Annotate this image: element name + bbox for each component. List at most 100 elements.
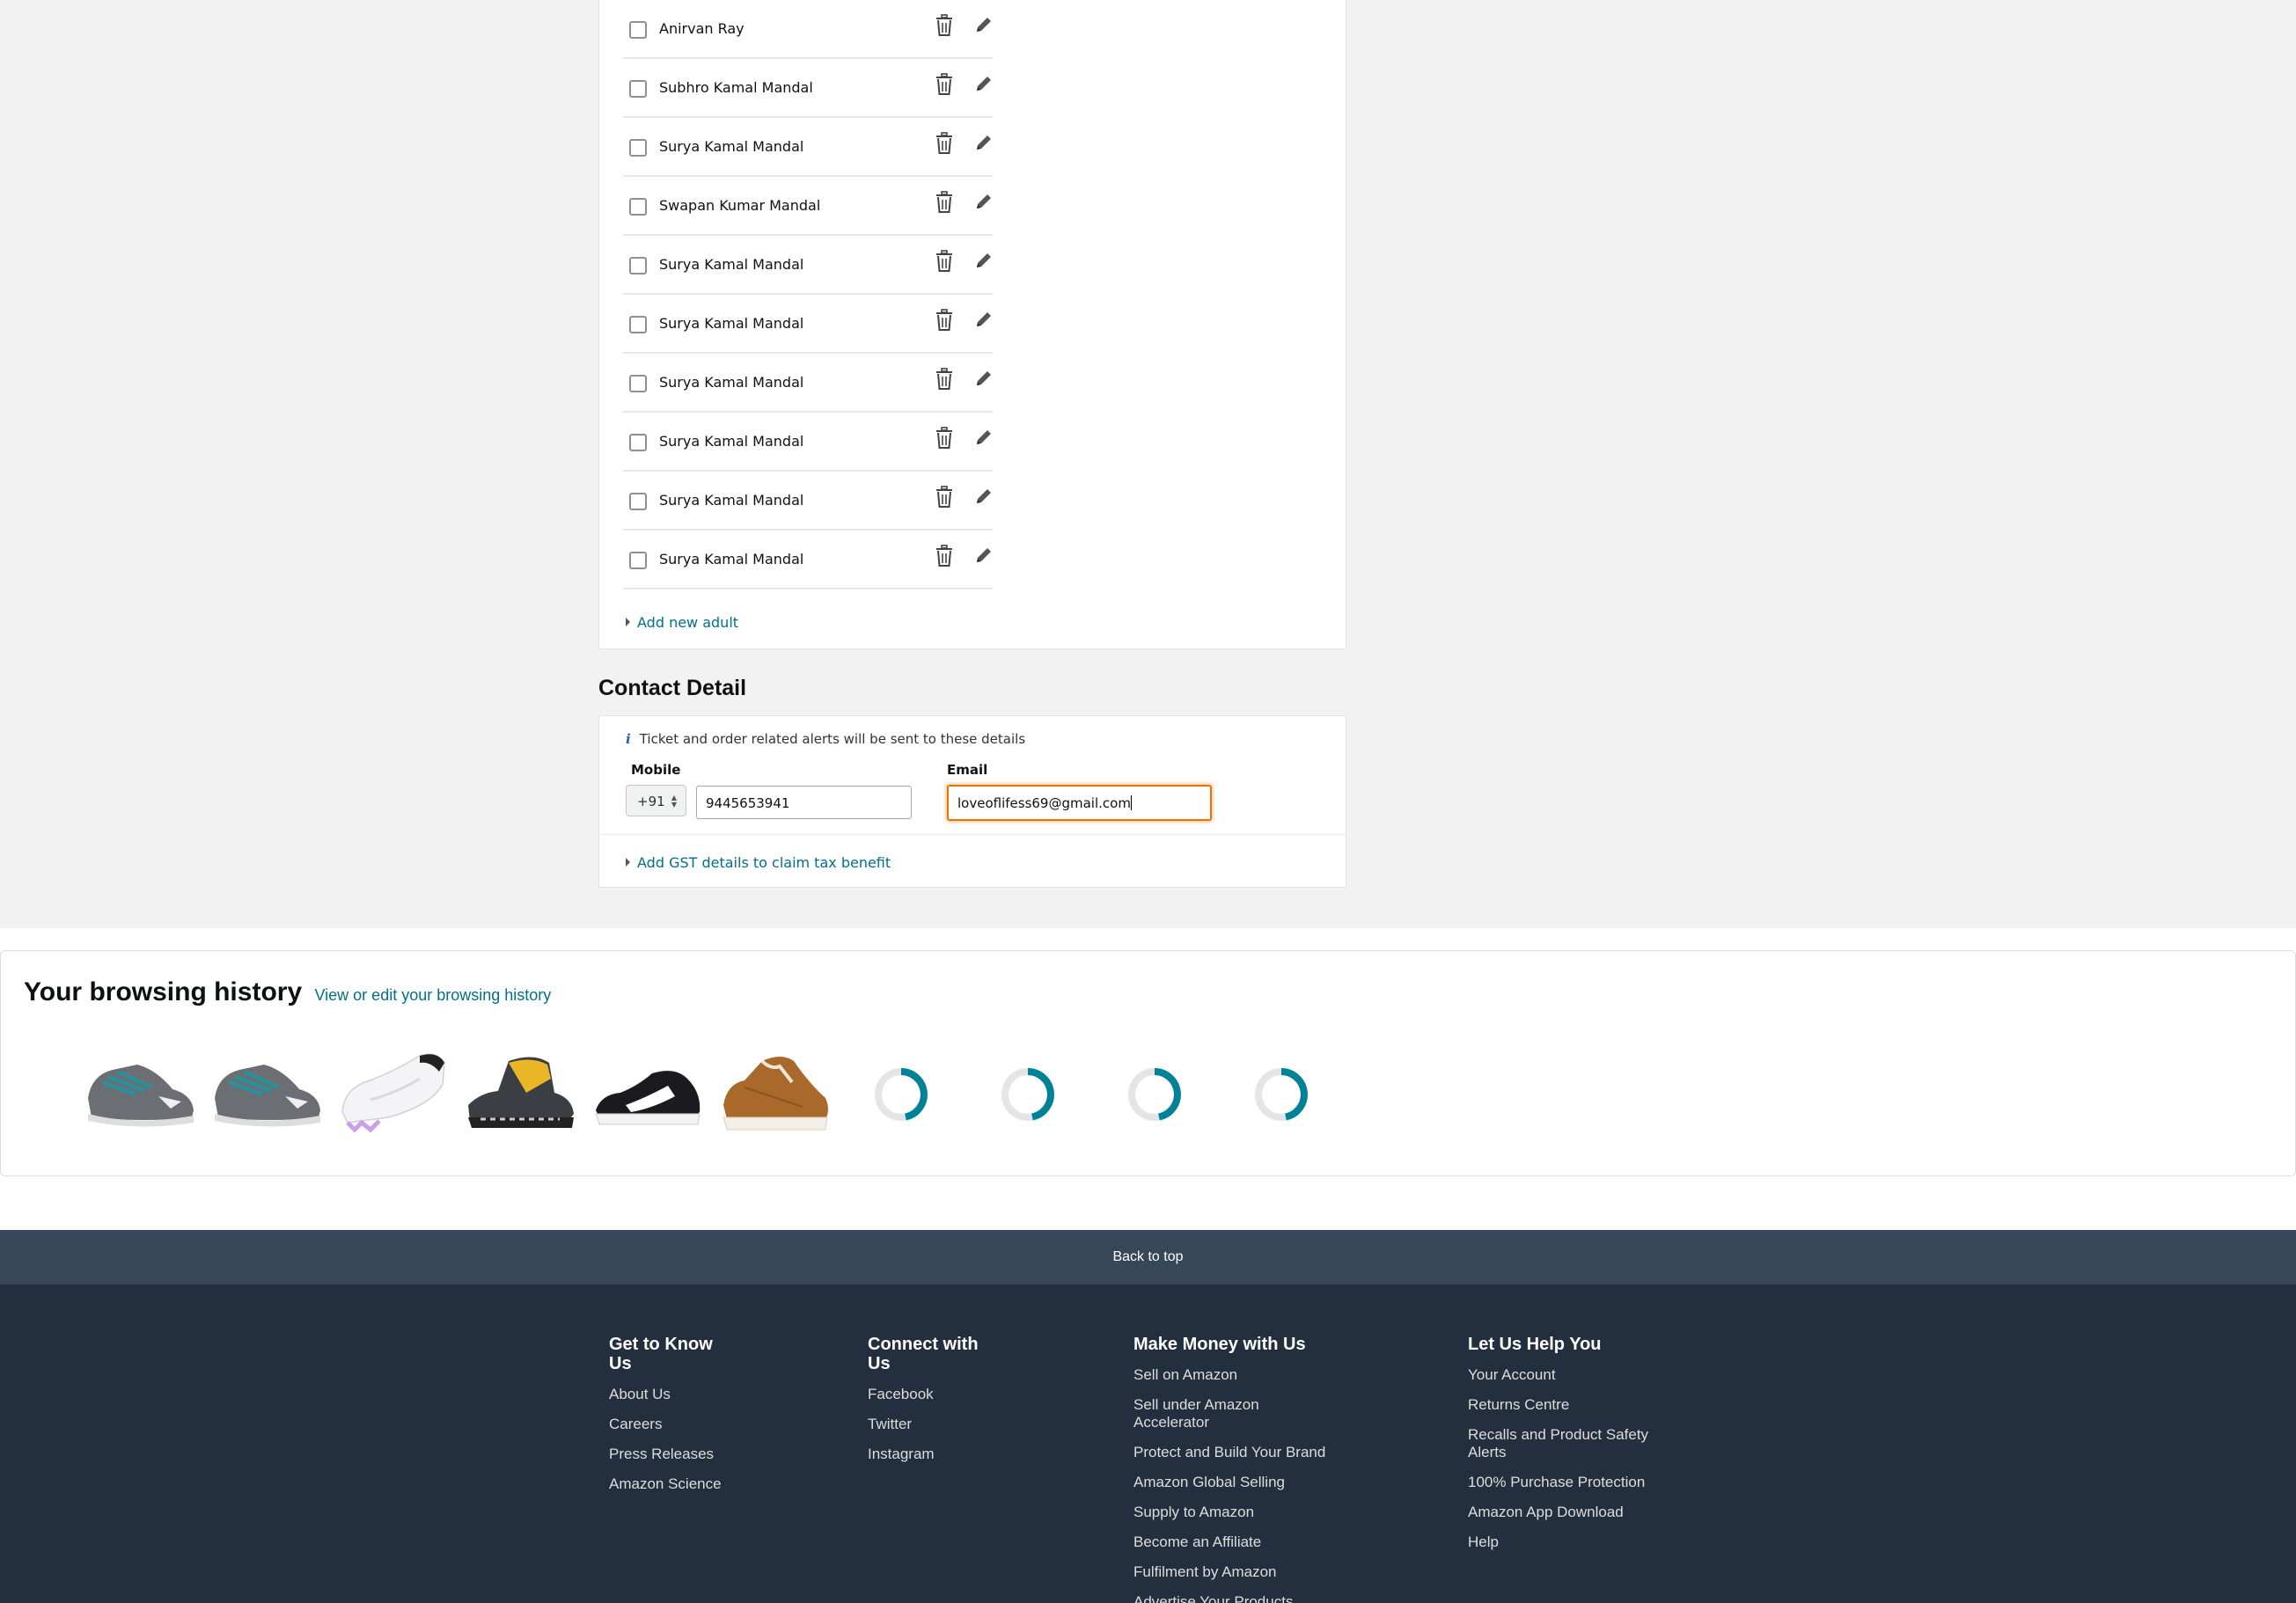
traveller-checkbox[interactable] bbox=[629, 316, 647, 333]
text-cursor bbox=[1130, 795, 1132, 810]
traveller-checkbox[interactable] bbox=[629, 21, 647, 39]
trash-icon[interactable] bbox=[935, 191, 954, 214]
traveller-row: Surya Kamal Mandal bbox=[623, 118, 993, 177]
traveller-name: Surya Kamal Mandal bbox=[659, 492, 804, 509]
traveller-row: Anirvan Ray bbox=[623, 0, 993, 59]
edit-browsing-history-link[interactable]: View or edit your browsing history bbox=[314, 986, 551, 1004]
footer-link[interactable]: Protect and Build Your Brand bbox=[1133, 1444, 1353, 1461]
footer-link[interactable]: Twitter bbox=[868, 1416, 991, 1433]
trash-icon[interactable] bbox=[935, 14, 954, 37]
add-new-adult-label: Add new adult bbox=[637, 614, 739, 631]
trash-icon[interactable] bbox=[935, 132, 954, 155]
traveller-checkbox[interactable] bbox=[629, 434, 647, 451]
pencil-icon[interactable] bbox=[975, 252, 993, 269]
pencil-icon[interactable] bbox=[975, 311, 993, 328]
trash-icon[interactable] bbox=[935, 486, 954, 509]
traveller-name: Surya Kamal Mandal bbox=[659, 315, 804, 332]
contact-info-text: Ticket and order related alerts will be … bbox=[639, 731, 1026, 747]
pencil-icon[interactable] bbox=[975, 16, 993, 33]
footer-link[interactable]: Become an Affiliate bbox=[1133, 1533, 1353, 1551]
footer-link[interactable]: Advertise Your Products bbox=[1133, 1593, 1353, 1603]
updown-arrow-icon: ▲ ▼ bbox=[671, 794, 677, 809]
grey-yellow-hiking-shoe-icon[interactable] bbox=[463, 1043, 577, 1140]
add-gst-details-label: Add GST details to claim tax benefit bbox=[637, 854, 891, 871]
traveller-checkbox[interactable] bbox=[629, 493, 647, 510]
pencil-icon[interactable] bbox=[975, 546, 993, 564]
trash-icon[interactable] bbox=[935, 73, 954, 96]
traveller-name: Swapan Kumar Mandal bbox=[659, 197, 821, 214]
traveller-card: Anirvan Ray Subhro Kamal Mandal Surya Ka… bbox=[598, 0, 1346, 649]
grey-teal-sport-shoe-icon[interactable] bbox=[83, 1043, 197, 1140]
pencil-icon[interactable] bbox=[975, 134, 993, 151]
footer-link[interactable]: Press Releases bbox=[609, 1446, 732, 1463]
footer-link[interactable]: Amazon App Download bbox=[1468, 1504, 1688, 1521]
footer-link[interactable]: Sell on Amazon bbox=[1133, 1366, 1353, 1384]
traveller-row: Subhro Kamal Mandal bbox=[623, 59, 993, 118]
footer-link[interactable]: About Us bbox=[609, 1386, 732, 1403]
trash-icon[interactable] bbox=[935, 250, 954, 273]
footer-link[interactable]: Recalls and Product Safety Alerts bbox=[1468, 1426, 1679, 1461]
footer-link[interactable]: Amazon Science bbox=[609, 1475, 732, 1493]
trash-icon[interactable] bbox=[935, 545, 954, 567]
email-label: Email bbox=[947, 762, 988, 778]
trash-icon[interactable] bbox=[935, 368, 954, 391]
footer-link[interactable]: Facebook bbox=[868, 1386, 991, 1403]
email-input[interactable]: loveoflifess69@gmail.com bbox=[947, 785, 1212, 821]
footer-column-get-to-know-us: Get to Know Us About Us Careers Press Re… bbox=[609, 1335, 732, 1505]
traveller-checkbox[interactable] bbox=[629, 80, 647, 98]
footer-link[interactable]: Help bbox=[1468, 1533, 1688, 1551]
trash-icon[interactable] bbox=[935, 427, 954, 450]
pencil-icon[interactable] bbox=[975, 193, 993, 210]
traveller-row: Surya Kamal Mandal bbox=[623, 354, 993, 413]
traveller-name: Surya Kamal Mandal bbox=[659, 256, 804, 273]
traveller-row: Surya Kamal Mandal bbox=[623, 295, 993, 354]
back-to-top-button[interactable]: Back to top bbox=[0, 1230, 2296, 1285]
pencil-icon[interactable] bbox=[975, 370, 993, 387]
footer-link[interactable]: Fulfilment by Amazon bbox=[1133, 1563, 1353, 1581]
traveller-checkbox[interactable] bbox=[629, 139, 647, 157]
grey-teal-sport-shoe-icon[interactable] bbox=[209, 1043, 324, 1140]
footer-column-make-money-with-us: Make Money with Us Sell on Amazon Sell u… bbox=[1133, 1335, 1353, 1603]
traveller-checkbox[interactable] bbox=[629, 198, 647, 216]
traveller-checkbox[interactable] bbox=[629, 257, 647, 274]
traveller-name: Subhro Kamal Mandal bbox=[659, 79, 813, 96]
traveller-row: Surya Kamal Mandal bbox=[623, 472, 993, 531]
footer-link[interactable]: Amazon Global Selling bbox=[1133, 1474, 1353, 1491]
country-code-select[interactable]: +91 ▲ ▼ bbox=[626, 785, 686, 816]
traveller-name: Anirvan Ray bbox=[659, 20, 745, 37]
footer-link[interactable]: Careers bbox=[609, 1416, 732, 1433]
traveller-checkbox[interactable] bbox=[629, 552, 647, 569]
footer-column-connect-with-us: Connect with Us Facebook Twitter Instagr… bbox=[868, 1335, 991, 1475]
footer-link[interactable]: 100% Purchase Protection bbox=[1468, 1474, 1688, 1491]
info-icon: i bbox=[626, 731, 631, 747]
brown-suede-sneaker-icon[interactable] bbox=[718, 1043, 833, 1140]
footer-column-heading: Connect with Us bbox=[868, 1335, 979, 1373]
caret-right-icon bbox=[626, 858, 630, 867]
caret-right-icon bbox=[626, 618, 630, 626]
pencil-icon[interactable] bbox=[975, 428, 993, 446]
black-white-sneaker-icon[interactable] bbox=[591, 1043, 705, 1140]
footer-link[interactable]: Sell under Amazon Accelerator bbox=[1133, 1396, 1301, 1431]
mobile-input[interactable]: 9445653941 bbox=[696, 786, 912, 819]
traveller-checkbox[interactable] bbox=[629, 375, 647, 392]
traveller-row: Surya Kamal Mandal bbox=[623, 531, 993, 589]
footer-column-let-us-help-you: Let Us Help You Your Account Returns Cen… bbox=[1468, 1335, 1688, 1563]
browsing-history-heading: Your browsing history View or edit your … bbox=[24, 977, 551, 1007]
pencil-icon[interactable] bbox=[975, 487, 993, 505]
footer-link[interactable]: Your Account bbox=[1468, 1366, 1688, 1384]
contact-info-line: i Ticket and order related alerts will be… bbox=[626, 731, 1025, 747]
footer-link[interactable]: Supply to Amazon bbox=[1133, 1504, 1353, 1521]
traveller-list: Anirvan Ray Subhro Kamal Mandal Surya Ka… bbox=[623, 0, 993, 589]
footer: Get to Know Us About Us Careers Press Re… bbox=[0, 1285, 2296, 1603]
pencil-icon[interactable] bbox=[975, 75, 993, 92]
trash-icon[interactable] bbox=[935, 309, 954, 332]
footer-link[interactable]: Instagram bbox=[868, 1446, 991, 1463]
white-football-boot-icon[interactable] bbox=[335, 1043, 450, 1140]
traveller-name: Surya Kamal Mandal bbox=[659, 551, 804, 567]
footer-column-heading: Make Money with Us bbox=[1133, 1335, 1306, 1354]
traveller-name: Surya Kamal Mandal bbox=[659, 433, 804, 450]
footer-link[interactable]: Returns Centre bbox=[1468, 1396, 1688, 1414]
mobile-label: Mobile bbox=[631, 762, 681, 778]
add-gst-details-link[interactable]: Add GST details to claim tax benefit bbox=[626, 854, 891, 871]
add-new-adult-link[interactable]: Add new adult bbox=[626, 614, 738, 631]
